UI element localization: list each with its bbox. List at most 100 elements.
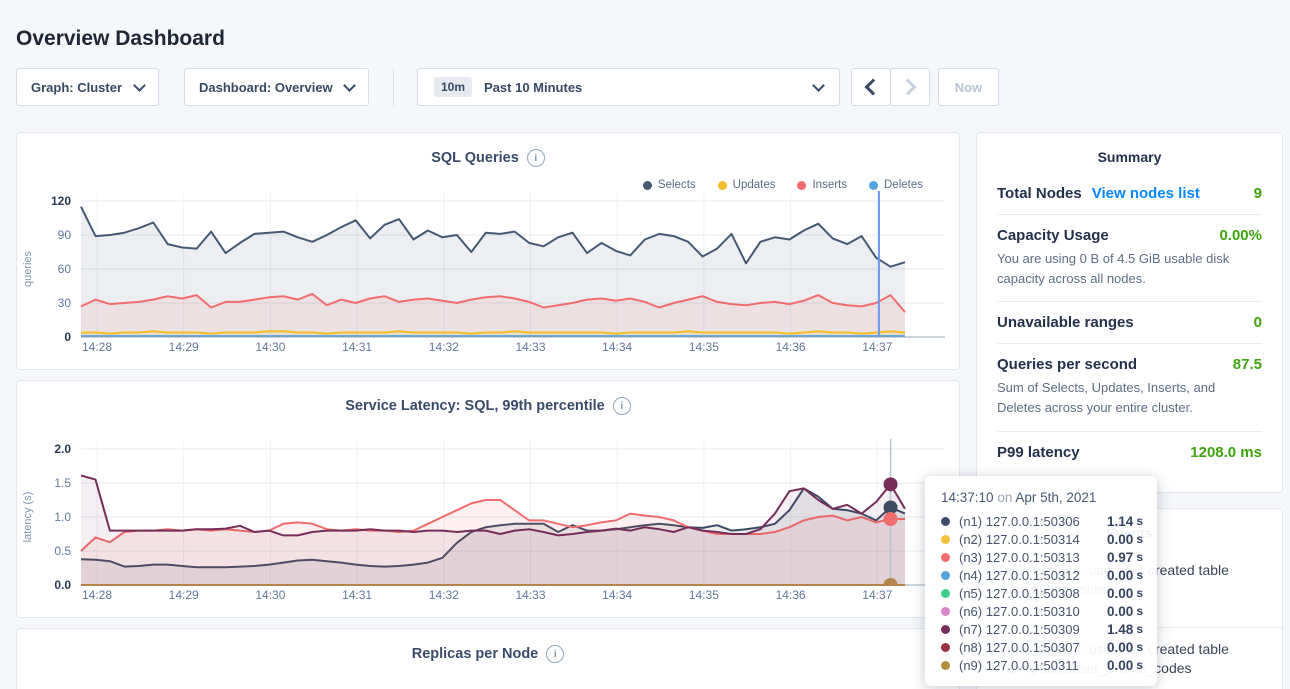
summary-value: 0.00% bbox=[1219, 227, 1262, 244]
svg-text:14:29: 14:29 bbox=[169, 588, 199, 602]
dashboard-dropdown[interactable]: Dashboard: Overview bbox=[184, 68, 369, 106]
svg-text:14:37: 14:37 bbox=[862, 588, 892, 602]
sql-queries-chart[interactable]: 14:28 14:29 14:30 14:31 14:32 14:33 14:34 14:35… bbox=[17, 187, 959, 363]
svg-text:latency (s): latency (s) bbox=[22, 492, 34, 543]
tooltip-node-value: 0.00 bbox=[1107, 568, 1133, 583]
tooltip-node-label: (n2) 127.0.0.1:50314 bbox=[959, 532, 1080, 547]
summary-title: Summary bbox=[977, 133, 1282, 173]
summary-caption: You are using 0 B of 4.5 GiB usable disk… bbox=[997, 249, 1262, 289]
svg-text:14:32: 14:32 bbox=[429, 340, 459, 354]
tooltip-row: (n4) 127.0.0.1:503120.00s bbox=[941, 566, 1143, 584]
tooltip-node-label: (n7) 127.0.0.1:50309 bbox=[959, 622, 1080, 637]
graph-scope-dropdown[interactable]: Graph: Cluster bbox=[16, 68, 159, 106]
tooltip-node-value: 0.00 bbox=[1107, 658, 1133, 673]
tooltip-row: (n8) 127.0.0.1:503070.00s bbox=[941, 638, 1143, 656]
svg-text:0.5: 0.5 bbox=[54, 544, 71, 558]
time-range-badge: 10m bbox=[434, 77, 472, 97]
tooltip-node-value: 0.00 bbox=[1107, 604, 1133, 619]
tooltip-node-unit: s bbox=[1136, 514, 1143, 528]
chart-title-text: Replicas per Node bbox=[412, 646, 539, 662]
summary-value: 9 bbox=[1254, 185, 1262, 202]
summary-row-head: Queries per second87.5 bbox=[997, 356, 1262, 373]
tooltip-on: on bbox=[997, 490, 1012, 505]
svg-text:2.0: 2.0 bbox=[54, 442, 71, 456]
svg-text:14:34: 14:34 bbox=[602, 340, 632, 354]
svg-text:0: 0 bbox=[64, 330, 71, 344]
tooltip-node-unit: s bbox=[1136, 640, 1143, 654]
svg-text:14:35: 14:35 bbox=[689, 588, 719, 602]
svg-text:14:28: 14:28 bbox=[82, 340, 112, 354]
svg-text:14:30: 14:30 bbox=[255, 340, 285, 354]
svg-text:14:28: 14:28 bbox=[82, 588, 112, 602]
time-prev-button[interactable] bbox=[851, 68, 891, 106]
chart-title-text: Service Latency: SQL, 99th percentile bbox=[345, 398, 605, 414]
tooltip-row: (n7) 127.0.0.1:50309 1.48s bbox=[941, 620, 1143, 638]
svg-text:14:30: 14:30 bbox=[255, 588, 285, 602]
summary-row: Queries per second87.5 Sum of Selects, Up… bbox=[997, 343, 1262, 430]
chart-hover-tooltip: 14:37:10 on Apr 5th, 2021 (n1) 127.0.0.1… bbox=[925, 476, 1157, 686]
summary-value: 87.5 bbox=[1233, 356, 1262, 373]
svg-text:14:36: 14:36 bbox=[776, 340, 806, 354]
summary-row: Total Nodes View nodes list 9 bbox=[997, 173, 1262, 214]
toolbar-divider bbox=[393, 68, 394, 106]
svg-text:14:31: 14:31 bbox=[342, 340, 372, 354]
tooltip-node-unit: s bbox=[1136, 622, 1143, 636]
summary-label: Unavailable ranges bbox=[997, 314, 1134, 331]
summary-caption: Sum of Selects, Updates, Inserts, and De… bbox=[997, 378, 1262, 418]
summary-panel: Summary Total Nodes View nodes list 9 Capac… bbox=[976, 132, 1283, 493]
tooltip-row: (n6) 127.0.0.1:503100.00s bbox=[941, 602, 1143, 620]
info-icon[interactable]: i bbox=[613, 397, 631, 415]
svg-text:14:36: 14:36 bbox=[776, 588, 806, 602]
service-latency-chart[interactable]: 14:2814:2914:3014:3114:3214:3314:3414:35… bbox=[17, 435, 959, 611]
node-color-dot-icon bbox=[941, 643, 950, 652]
tooltip-date: Apr 5th, 2021 bbox=[1015, 490, 1096, 505]
summary-label: Capacity Usage bbox=[997, 227, 1109, 244]
tooltip-node-value: 1.48 bbox=[1107, 622, 1133, 637]
summary-label: P99 latency bbox=[997, 444, 1080, 461]
tooltip-node-unit: s bbox=[1136, 658, 1143, 672]
tooltip-node-label: (n1) 127.0.0.1:50306 bbox=[959, 514, 1080, 529]
node-color-dot-icon bbox=[941, 661, 950, 670]
svg-text:14:37: 14:37 bbox=[862, 340, 892, 354]
info-icon[interactable]: i bbox=[527, 149, 545, 167]
time-now-button[interactable]: Now bbox=[938, 68, 999, 106]
svg-text:1.0: 1.0 bbox=[54, 510, 71, 524]
node-color-dot-icon bbox=[941, 625, 950, 634]
tooltip-node-value: 0.97 bbox=[1107, 550, 1133, 565]
svg-text:queries: queries bbox=[22, 250, 34, 287]
svg-text:30: 30 bbox=[58, 296, 72, 310]
tooltip-node-label: (n8) 127.0.0.1:50307 bbox=[959, 640, 1080, 655]
summary-row-head: Unavailable ranges 0 bbox=[997, 314, 1262, 331]
chevron-down-icon bbox=[343, 79, 356, 92]
summary-row: Capacity Usage 0.00% You are using 0 B of … bbox=[997, 214, 1262, 301]
svg-text:14:29: 14:29 bbox=[169, 340, 199, 354]
sql-queries-title: SQL Queries i bbox=[17, 149, 959, 167]
replicas-per-node-panel: Replicas per Node i bbox=[16, 628, 960, 689]
tooltip-row: (n2) 127.0.0.1:503140.00s bbox=[941, 530, 1143, 548]
tooltip-node-label: (n9) 127.0.0.1:50311 bbox=[959, 658, 1079, 673]
sql-queries-panel: SQL Queries i SelectsUpdatesInsertsDelet… bbox=[16, 132, 960, 370]
svg-text:14:35: 14:35 bbox=[689, 340, 719, 354]
tooltip-node-value: 1.14 bbox=[1107, 514, 1133, 529]
tooltip-row: (n1) 127.0.0.1:50306 1.14s bbox=[941, 512, 1143, 530]
time-next-button[interactable] bbox=[890, 68, 930, 106]
dashboard-label: Dashboard: Overview bbox=[199, 80, 333, 95]
info-icon[interactable]: i bbox=[546, 645, 564, 663]
view-nodes-list-link[interactable]: View nodes list bbox=[1092, 185, 1200, 202]
svg-text:14:33: 14:33 bbox=[515, 588, 545, 602]
svg-text:120: 120 bbox=[51, 194, 71, 208]
summary-value: 0 bbox=[1254, 314, 1262, 331]
tooltip-row: (n3) 127.0.0.1:503130.97s bbox=[941, 548, 1143, 566]
tooltip-time: 14:37:10 bbox=[941, 490, 994, 505]
chevron-down-icon bbox=[812, 79, 825, 92]
tooltip-rows: (n1) 127.0.0.1:503061.14s(n2) 127.0.0.1:… bbox=[941, 512, 1143, 674]
time-range-label: Past 10 Minutes bbox=[484, 80, 582, 95]
tooltip-node-unit: s bbox=[1136, 550, 1143, 564]
time-range-dropdown[interactable]: 10m Past 10 Minutes bbox=[417, 68, 840, 106]
tooltip-row: (n5) 127.0.0.1:503080.00s bbox=[941, 584, 1143, 602]
summary-label: Total Nodes bbox=[997, 185, 1082, 202]
graph-scope-label: Graph: Cluster bbox=[31, 80, 122, 95]
node-color-dot-icon bbox=[941, 535, 950, 544]
svg-text:14:33: 14:33 bbox=[515, 340, 545, 354]
summary-rows: Total Nodes View nodes list 9 Capacity Usag… bbox=[977, 173, 1282, 473]
